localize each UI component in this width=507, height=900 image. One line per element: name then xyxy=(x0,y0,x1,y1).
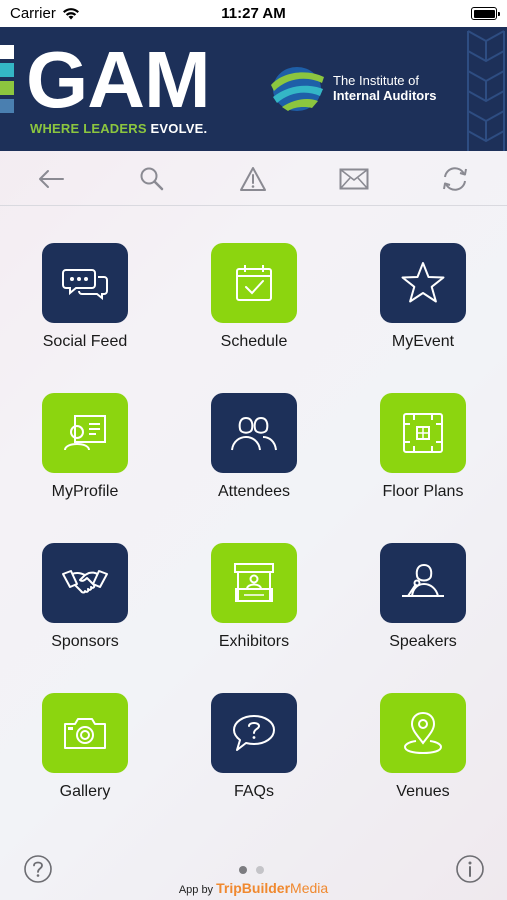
tile-floor-plans[interactable]: Floor Plans xyxy=(338,393,507,523)
credit-brand: TripBuilder xyxy=(216,880,291,896)
tile-label: MyProfile xyxy=(51,483,119,500)
tile-label: Venues xyxy=(396,783,450,800)
clock: 11:27 AM xyxy=(221,5,286,22)
tagline: WHERE LEADERS EVOLVE. xyxy=(30,121,207,136)
tile-icon-bg xyxy=(211,393,297,473)
decorative-pattern xyxy=(467,30,505,151)
tagline-green: WHERE LEADERS xyxy=(30,121,151,136)
alert-icon xyxy=(240,167,266,191)
tile-schedule[interactable]: Schedule xyxy=(169,243,339,373)
tile-icon-bg xyxy=(380,543,466,623)
back-button[interactable] xyxy=(33,161,69,197)
map-pin-icon xyxy=(403,711,443,755)
iia-line-1: The Institute of xyxy=(333,73,419,88)
tile-icon-bg xyxy=(211,243,297,323)
tile-label: FAQs xyxy=(233,783,274,800)
star-icon xyxy=(401,262,445,303)
tile-icon-bg xyxy=(211,693,297,773)
page-dot-1[interactable] xyxy=(239,866,247,874)
tile-icon-bg xyxy=(42,543,128,623)
people-icon xyxy=(231,416,277,451)
page-dot-2[interactable] xyxy=(256,866,264,874)
tile-exhibitors[interactable]: Exhibitors xyxy=(169,543,339,673)
tile-label: Gallery xyxy=(59,783,111,800)
iia-globe-logo xyxy=(271,67,324,111)
alerts-button[interactable] xyxy=(235,161,271,197)
gam-logo-title: GAM xyxy=(26,35,211,124)
tile-label: Social Feed xyxy=(42,333,128,350)
page-indicator xyxy=(239,866,264,874)
tile-icon-bg xyxy=(42,243,128,323)
tile-label: Schedule xyxy=(220,333,288,350)
profile-card-icon xyxy=(64,415,106,451)
tile-gallery[interactable]: Gallery xyxy=(0,693,170,823)
back-arrow-icon xyxy=(39,170,64,188)
tile-venues[interactable]: Venues xyxy=(338,693,507,823)
tagline-white: EVOLVE. xyxy=(150,121,208,136)
tile-label: Speakers xyxy=(389,633,457,650)
credit-brand-suffix: Media xyxy=(290,880,329,896)
tile-faqs[interactable]: FAQs xyxy=(169,693,339,823)
iia-line-2: Internal Auditors xyxy=(333,88,437,103)
mail-icon xyxy=(339,168,369,190)
tile-label: Attendees xyxy=(217,483,291,500)
tile-label: Floor Plans xyxy=(382,483,464,500)
brand-stripes xyxy=(0,45,14,117)
tile-label: Sponsors xyxy=(51,633,119,650)
tile-sponsors[interactable]: Sponsors xyxy=(0,543,170,673)
tile-myevent[interactable]: MyEvent xyxy=(338,243,507,373)
search-button[interactable] xyxy=(134,161,170,197)
tile-speakers[interactable]: Speakers xyxy=(338,543,507,673)
credit-prefix: App by xyxy=(178,884,217,896)
tile-icon-bg xyxy=(380,243,466,323)
tile-icon-bg xyxy=(380,693,466,773)
booth-icon xyxy=(234,563,274,602)
tile-icon-bg xyxy=(42,693,128,773)
tile-attendees[interactable]: Attendees xyxy=(169,393,339,523)
tile-icon-bg xyxy=(380,393,466,473)
chat-bubbles-icon xyxy=(62,269,108,300)
battery-icon xyxy=(471,7,500,20)
tile-label: Exhibitors xyxy=(218,633,290,650)
status-bar: Carrier 11:27 AM xyxy=(0,0,507,27)
search-icon xyxy=(140,167,164,191)
refresh-icon xyxy=(443,167,467,191)
toolbar xyxy=(0,151,507,206)
tile-icon-bg xyxy=(211,543,297,623)
handshake-icon xyxy=(62,570,108,594)
event-banner: GAM WHERE LEADERS EVOLVE. The Institute … xyxy=(0,27,507,151)
refresh-button[interactable] xyxy=(437,161,473,197)
calendar-check-icon xyxy=(236,265,272,301)
tile-label: MyEvent xyxy=(391,333,455,350)
speaker-icon xyxy=(402,563,444,597)
tile-icon-bg xyxy=(42,393,128,473)
floor-plan-icon xyxy=(403,413,443,453)
tile-myprofile[interactable]: MyProfile xyxy=(0,393,170,523)
app-credit[interactable]: App by TripBuilderMedia xyxy=(0,880,507,896)
question-bubble-icon xyxy=(233,715,275,751)
tile-social-feed[interactable]: Social Feed xyxy=(0,243,170,373)
iia-wordmark: The Institute of Internal Auditors xyxy=(333,73,437,103)
camera-icon xyxy=(64,718,106,749)
messages-button[interactable] xyxy=(336,161,372,197)
